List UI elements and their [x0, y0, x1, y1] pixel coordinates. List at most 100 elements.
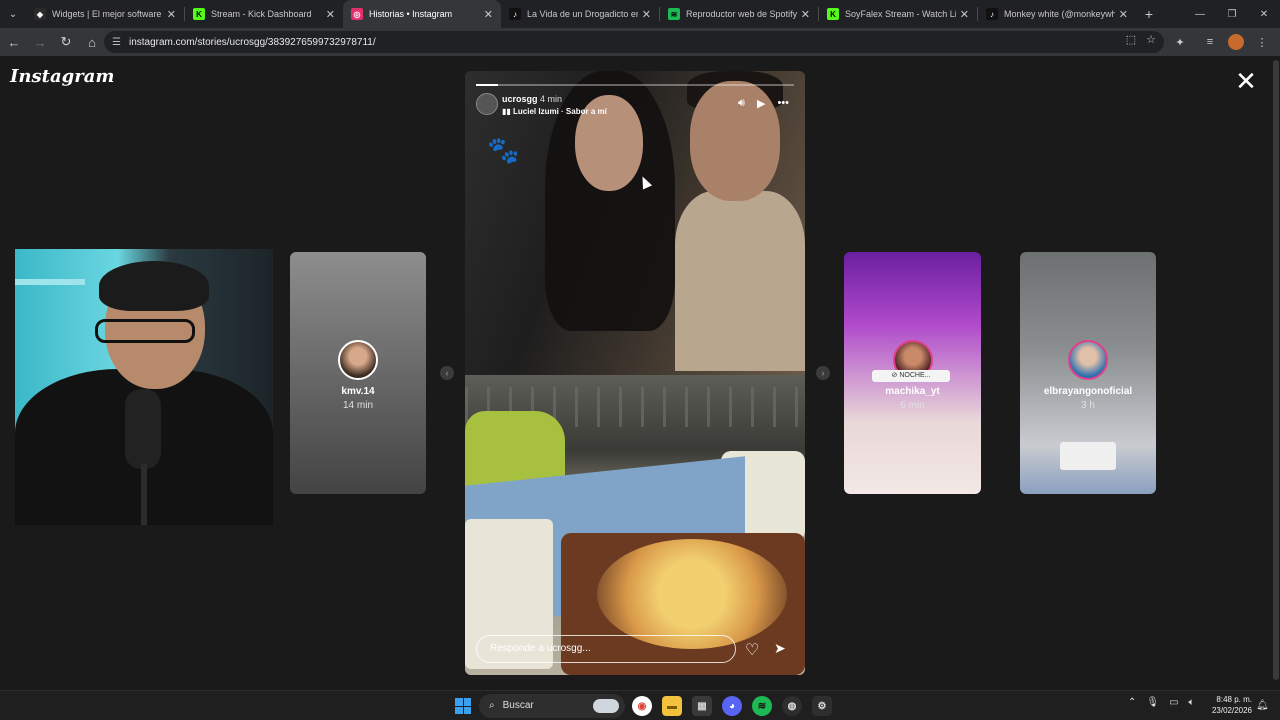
story-music-text: Luciel Izumi · Sabor a mí	[513, 107, 607, 116]
taskbar-apps: ◉ ▬ ▦ ◕ ≋ ◍ ⚙	[632, 696, 832, 716]
instagram-stories-page: Instagram ✕ kmv.14 14 min ‹ 🐾 ucrosgg 4 …	[0, 56, 1280, 690]
browser-tab[interactable]: ◎ Historias • Instagram ✕	[343, 0, 501, 28]
bookmark-star-icon[interactable]: ☆	[1146, 33, 1156, 46]
tab-title: Reproductor web de Spotify: m	[686, 9, 797, 19]
minimize-icon[interactable]: —	[1184, 0, 1216, 28]
notification-bell-icon[interactable]: 🔔︎	[1256, 700, 1269, 711]
discord-icon[interactable]: ◕	[722, 696, 742, 716]
restore-icon[interactable]: ❐	[1216, 0, 1248, 28]
story-time: 14 min	[342, 400, 373, 411]
chevron-up-icon[interactable]: ⌃	[1128, 697, 1136, 708]
instagram-icon: ◎	[351, 8, 363, 20]
speaker-icon[interactable]: 🔈︎	[1189, 697, 1195, 708]
microphone-icon[interactable]: 🎙︎	[1146, 697, 1159, 708]
tab-close-icon[interactable]: ✕	[484, 8, 493, 21]
story-photo-top: 🐾	[465, 71, 805, 375]
story-timestamp: 4 min	[540, 94, 563, 104]
tab-title: Widgets | El mejor software pa	[52, 9, 163, 19]
send-icon[interactable]: ➤	[774, 640, 786, 657]
omnibox-actions: ⬚ ☆	[1126, 33, 1156, 46]
profile-avatar[interactable]	[1228, 34, 1244, 50]
side-story-preview[interactable]: elbrayangonoficial 3 h	[1020, 252, 1156, 494]
more-options-icon[interactable]: •••	[777, 97, 789, 110]
tab-close-icon[interactable]: ✕	[1119, 8, 1128, 21]
tab-close-icon[interactable]: ✕	[642, 8, 651, 21]
system-tray: ⌃ 🎙︎ ▭ 🔈︎	[1128, 697, 1195, 708]
kick-icon: K	[193, 8, 205, 20]
kick-icon: K	[827, 8, 839, 20]
story-author-username[interactable]: ucrosgg	[502, 94, 538, 104]
webcam-overlay-image	[15, 249, 273, 525]
tab-search-button[interactable]: ⌄	[0, 0, 26, 28]
search-icon: ⌕	[489, 700, 495, 711]
story-progress-bar	[476, 84, 794, 86]
story-author-avatar[interactable]	[476, 93, 498, 115]
spotify-icon: ≋	[668, 8, 680, 20]
page-scrollbar[interactable]	[1272, 56, 1280, 690]
story-music-label[interactable]: ▮▮ Luciel Izumi · Sabor a mí	[502, 107, 607, 116]
instagram-logo[interactable]: Instagram	[10, 66, 114, 87]
story-progress-fill	[476, 84, 499, 86]
browser-tab[interactable]: ≋ Reproductor web de Spotify: m ✕	[660, 0, 818, 28]
active-story[interactable]: 🐾 ucrosgg 4 min ▮▮ Luciel Izumi · Sabor …	[465, 71, 805, 675]
music-bars-icon: ▮▮	[502, 107, 514, 116]
tab-close-icon[interactable]: ✕	[326, 8, 335, 21]
tab-close-icon[interactable]: ✕	[167, 8, 176, 21]
browser-menu-icon[interactable]: ⋮	[1250, 30, 1274, 54]
tab-title: Stream - Kick Dashboard	[211, 9, 312, 19]
windows-taskbar: ⌕ Buscar ◉ ▬ ▦ ◕ ≋ ◍ ⚙ ⌃ 🎙︎ ▭ 🔈︎ 8:48 p. …	[0, 690, 1280, 720]
story-sticker-tag: ⊘ NOCHE...	[872, 370, 950, 382]
close-stories-button[interactable]: ✕	[1234, 68, 1258, 94]
browser-tab[interactable]: K Stream - Kick Dashboard ✕	[185, 0, 343, 28]
next-story-button[interactable]: ›	[816, 366, 830, 380]
story-avatar	[338, 340, 378, 380]
file-explorer-icon[interactable]: ▬	[662, 696, 682, 716]
story-time: 6 min	[900, 400, 925, 411]
clock-date: 23/02/2026	[1211, 706, 1252, 715]
media-controls-icon[interactable]: ≡	[1198, 30, 1222, 54]
install-app-icon[interactable]: ⬚	[1126, 33, 1136, 46]
browser-toolbar: ← → ↻ ⌂ ☰ instagram.com/stories/ucrosgg/…	[0, 28, 1280, 56]
browser-tab[interactable]: ◆ Widgets | El mejor software pa ✕	[26, 0, 184, 28]
browser-tab[interactable]: K SoyFalex Stream - Watch Live o ✕	[819, 0, 977, 28]
story-sticker-card	[1060, 442, 1116, 470]
network-icon[interactable]: ▭	[1169, 697, 1178, 708]
close-icon[interactable]: ✕	[1248, 0, 1280, 28]
url-text: instagram.com/stories/ucrosgg/3839276599…	[128, 36, 376, 48]
window-controls: — ❐ ✕	[1184, 0, 1280, 28]
home-button[interactable]: ⌂	[80, 30, 104, 54]
story-username: elbrayangonoficial	[1043, 386, 1133, 397]
reload-button[interactable]: ↻	[54, 30, 78, 54]
tab-close-icon[interactable]: ✕	[960, 8, 969, 21]
address-bar[interactable]: ☰ instagram.com/stories/ucrosgg/38392765…	[104, 31, 1164, 53]
new-tab-button[interactable]: +	[1136, 6, 1162, 22]
obs-icon[interactable]: ◍	[782, 696, 802, 716]
tiktok-icon: ♪	[509, 8, 521, 20]
windows-start-icon[interactable]	[455, 698, 471, 714]
play-icon[interactable]: ▶	[757, 97, 765, 110]
browser-tab[interactable]: ♪ La Vida de un Drogadicto en C ✕	[501, 0, 659, 28]
heart-icon[interactable]: ♡	[745, 640, 759, 660]
taskbar-search[interactable]: ⌕ Buscar	[479, 694, 625, 718]
story-time: 3 h	[1081, 400, 1095, 411]
tab-close-icon[interactable]: ✕	[801, 8, 810, 21]
browser-tab[interactable]: ♪ Monkey white (@monkeywhite ✕	[978, 0, 1136, 28]
tab-title: Monkey white (@monkeywhite	[1004, 9, 1115, 19]
side-story-preview[interactable]: ⊘ NOCHE... machika_yt 6 min	[844, 252, 981, 494]
reply-input[interactable]: Responde a ucrosgg...	[476, 635, 736, 663]
taskbar-clock[interactable]: 8:48 p. m. 23/02/2026	[1206, 694, 1252, 716]
site-info-icon[interactable]: ☰	[112, 37, 121, 48]
previous-story-button[interactable]: ‹	[440, 366, 454, 380]
store-icon[interactable]: ▦	[692, 696, 712, 716]
volume-icon[interactable]: 🔊︎	[738, 97, 745, 110]
forward-button[interactable]: →	[28, 30, 52, 54]
extensions-icon[interactable]: ✦	[1168, 30, 1192, 54]
chrome-icon[interactable]: ◉	[632, 696, 652, 716]
back-button[interactable]: ←	[2, 30, 26, 54]
toolbar-right: ✦ ≡ ⋮	[1168, 30, 1274, 54]
side-story-preview[interactable]: kmv.14 14 min	[290, 252, 426, 494]
tab-title: La Vida de un Drogadicto en C	[527, 9, 638, 19]
spotify-icon[interactable]: ≋	[752, 696, 772, 716]
taskbar-search-label: Buscar	[502, 700, 534, 711]
settings-gear-icon[interactable]: ⚙	[812, 696, 832, 716]
